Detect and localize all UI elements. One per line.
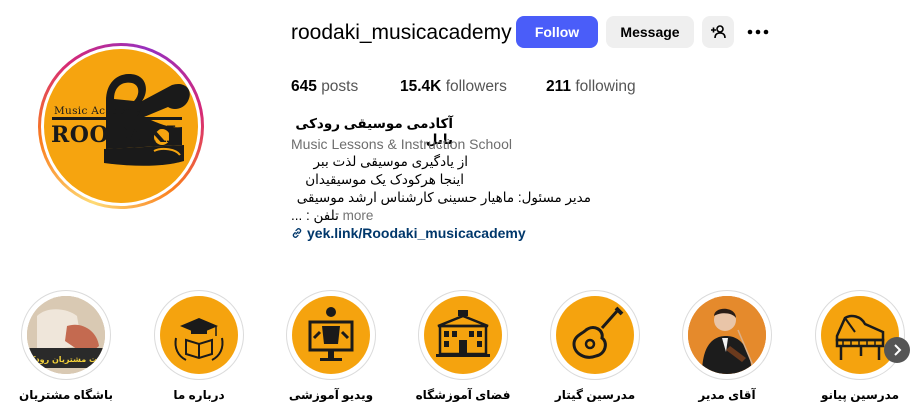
piano-icon xyxy=(821,296,899,374)
highlight-about-us[interactable]: درباره ما xyxy=(154,290,244,402)
highlight-ring[interactable] xyxy=(682,290,772,380)
profile-website-link[interactable]: yek.link/Roodaki_musicacademy xyxy=(291,225,526,241)
followers-stat[interactable]: 15.4K followers xyxy=(400,78,507,96)
highlight-customer-club[interactable]: کارت مشتریان رودکی باشگاه مشتریان xyxy=(19,290,113,402)
bio-line-3: مدیر مسئول: ماهیار حسینی کارشناس ارشد مو… xyxy=(296,190,591,205)
avatar-title: ROODAKI xyxy=(51,122,177,148)
highlight-video-lessons[interactable]: ویدیو آموزشی xyxy=(286,290,376,402)
more-options-icon[interactable] xyxy=(744,20,772,44)
highlight-piano-teachers[interactable]: مدرسین پیانو xyxy=(815,290,905,402)
following-label: following xyxy=(575,78,636,95)
message-button[interactable]: Message xyxy=(606,16,694,48)
following-stat[interactable]: 211 following xyxy=(546,78,636,96)
following-count: 211 xyxy=(546,78,572,95)
school-building-icon xyxy=(424,296,502,374)
highlight-label: باشگاه مشتریان xyxy=(19,388,113,402)
chevron-right-icon xyxy=(894,344,902,356)
highlight-label: درباره ما xyxy=(173,388,225,402)
bio-line-4: more تلفن : ... xyxy=(291,208,373,224)
avatar-logo: Music Academy ROODAKI xyxy=(44,49,198,203)
link-icon xyxy=(292,228,302,238)
bio-line-1: از یادگیری موسیقی لذت ببر xyxy=(313,154,468,169)
highlight-ring[interactable] xyxy=(154,290,244,380)
bio-phone: تلفن : ... xyxy=(291,208,339,223)
suggest-user-button[interactable] xyxy=(702,16,734,48)
highlight-label: فضای آموزشگاه xyxy=(415,388,511,402)
highlight-ring[interactable] xyxy=(550,290,640,380)
video-lesson-icon xyxy=(292,296,370,374)
bio-line-2: اینجا هرکودک یک موسیقیدان xyxy=(305,172,464,187)
profile-avatar[interactable]: Music Academy ROODAKI xyxy=(38,43,204,209)
guitar-icon xyxy=(556,296,634,374)
director-photo xyxy=(688,296,766,374)
avatar-subtitle: Music Academy xyxy=(54,105,142,117)
customer-card-text: کارت مشتریان رودکی xyxy=(27,355,105,364)
posts-label: posts xyxy=(321,78,359,95)
highlight-guitar-teachers[interactable]: مدرسین گیتار xyxy=(550,290,640,402)
highlight-label: ویدیو آموزشی xyxy=(288,388,374,402)
add-user-icon xyxy=(711,25,726,39)
customer-club-photo: کارت مشتریان رودکی xyxy=(27,296,105,374)
profile-username: roodaki_musicacademy xyxy=(291,21,512,44)
more-link[interactable]: more xyxy=(343,208,374,223)
highlight-school-space[interactable]: فضای آموزشگاه xyxy=(416,290,510,402)
website-url: yek.link/Roodaki_musicacademy xyxy=(307,225,526,241)
follow-button[interactable]: Follow xyxy=(516,16,598,48)
profile-category: Music Lessons & Instruction School xyxy=(291,136,512,152)
highlights-next-button[interactable] xyxy=(884,337,910,363)
highlight-ring[interactable]: کارت مشتریان رودکی xyxy=(21,290,111,380)
followers-count: 15.4K xyxy=(400,78,442,95)
highlight-ring[interactable] xyxy=(815,290,905,380)
highlight-ring[interactable] xyxy=(418,290,508,380)
posts-count: 645 xyxy=(291,78,317,95)
highlight-label: مدرسین گیتار xyxy=(554,388,636,402)
highlight-label: مدرسین پیانو xyxy=(820,388,900,402)
posts-stat: 645 posts xyxy=(291,78,358,96)
highlight-director[interactable]: آقای مدیر xyxy=(682,290,772,402)
highlight-ring[interactable] xyxy=(286,290,376,380)
highlight-label: آقای مدیر xyxy=(698,388,756,402)
followers-label: followers xyxy=(445,78,507,95)
graduation-book-icon xyxy=(160,296,238,374)
